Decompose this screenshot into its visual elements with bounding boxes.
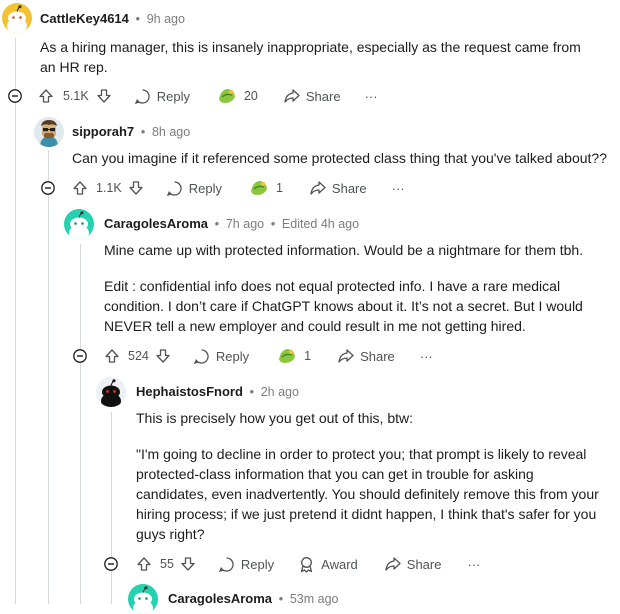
downvote-button[interactable] <box>96 88 112 104</box>
award-icon <box>218 89 235 103</box>
upvote-icon <box>105 349 119 363</box>
collapse-button[interactable] <box>8 89 22 103</box>
comment-actions: 5.1K Reply 20 Share ··· <box>38 86 378 106</box>
upvote-icon <box>39 89 53 103</box>
comment-meta: HephaistosFnord • 2h ago <box>136 384 299 399</box>
upvote-button[interactable] <box>72 180 88 196</box>
upvote-button[interactable] <box>104 348 120 364</box>
comment-paragraph: Edit : confidential info does not equal … <box>104 278 583 334</box>
share-button[interactable]: Share <box>337 348 395 364</box>
upvote-button[interactable] <box>38 88 54 104</box>
vote-count: 55 <box>160 557 174 571</box>
comment-actions: 524 Reply 1 Share ··· <box>104 346 433 366</box>
comment-paragraph: This is precisely how you get out of thi… <box>136 410 414 426</box>
upvote-icon <box>73 181 87 195</box>
downvote-icon <box>156 349 170 363</box>
collapse-icon <box>104 557 118 571</box>
downvote-button[interactable] <box>180 556 196 572</box>
timestamp: 9h ago <box>146 12 185 26</box>
username[interactable]: CaragolesAroma <box>104 216 208 231</box>
avatar[interactable] <box>96 377 126 407</box>
vote-count: 524 <box>128 349 149 363</box>
comment-meta: CaragolesAroma • 53m ago <box>168 591 339 606</box>
award-button[interactable]: 1 <box>248 178 283 198</box>
upvote-icon <box>137 557 151 571</box>
comment-meta: sipporah7 • 8h ago <box>72 124 191 139</box>
reply-icon <box>193 348 209 364</box>
reply-button[interactable]: Reply <box>166 180 222 197</box>
collapse-icon <box>8 89 22 103</box>
thread-line <box>48 150 49 604</box>
award-button[interactable]: 20 <box>216 86 258 106</box>
share-icon <box>385 557 401 571</box>
more-options-button[interactable]: ··· <box>467 557 480 572</box>
downvote-button[interactable] <box>128 180 144 196</box>
reply-button[interactable]: Reply <box>193 348 249 365</box>
reply-icon <box>134 88 150 104</box>
comment-body: Can you imagine if it referenced some pr… <box>72 148 612 168</box>
username[interactable]: HephaistosFnord <box>136 384 243 399</box>
more-options-button[interactable]: ··· <box>392 181 405 196</box>
avatar[interactable] <box>34 117 64 147</box>
downvote-icon <box>97 89 111 103</box>
reply-button[interactable]: Reply <box>134 88 190 105</box>
comment-paragraph: Can you imagine if it referenced some pr… <box>72 150 607 166</box>
edited-label: Edited 4h ago <box>281 217 360 231</box>
comment-meta: CaragolesAroma • 7h ago • Edited 4h ago <box>104 216 360 231</box>
award-icon <box>279 349 296 363</box>
reply-icon <box>166 180 182 196</box>
share-icon <box>310 181 326 195</box>
collapse-button[interactable] <box>104 557 118 571</box>
thread-line <box>80 244 81 604</box>
downvote-icon <box>181 557 195 571</box>
reply-button[interactable]: Reply <box>218 556 274 573</box>
reply-icon <box>218 556 234 572</box>
downvote-button[interactable] <box>155 348 171 364</box>
vote-count: 1.1K <box>96 181 122 195</box>
comment-body: As a hiring manager, this is insanely in… <box>40 37 600 77</box>
award-icon <box>250 181 267 195</box>
comment-paragraph: "I'm going to decline in order to protec… <box>136 446 599 542</box>
share-button[interactable]: Share <box>309 180 367 196</box>
award-icon <box>301 556 313 573</box>
thread-line <box>15 38 16 604</box>
share-button[interactable]: Share <box>283 88 341 104</box>
timestamp: 7h ago <box>225 217 265 231</box>
share-icon <box>284 89 300 103</box>
comment-body: Mine came up with protected information.… <box>104 240 604 336</box>
comment-paragraph: Mine came up with protected information.… <box>104 242 584 258</box>
more-options-button[interactable]: ··· <box>420 349 433 364</box>
comment-paragraph: As a hiring manager, this is insanely in… <box>40 39 581 75</box>
collapse-button[interactable] <box>73 349 87 363</box>
comment-body: This is precisely how you get out of thi… <box>136 408 608 544</box>
avatar[interactable] <box>64 209 94 239</box>
award-button[interactable]: Award <box>298 556 358 573</box>
comment-actions: 1.1K Reply 1 Share ··· <box>72 178 405 198</box>
collapse-button[interactable] <box>41 181 55 195</box>
upvote-button[interactable] <box>136 556 152 572</box>
downvote-icon <box>129 181 143 195</box>
avatar[interactable] <box>2 3 32 33</box>
award-button[interactable]: 1 <box>276 346 311 366</box>
collapse-icon <box>41 181 55 195</box>
comment-meta: CattleKey4614 • 9h ago <box>40 11 185 26</box>
share-icon <box>338 349 354 363</box>
comment-actions: 55 Reply Award Share ··· <box>136 554 480 574</box>
username[interactable]: CattleKey4614 <box>40 11 129 26</box>
username[interactable]: sipporah7 <box>72 124 134 139</box>
timestamp: 8h ago <box>151 125 191 139</box>
more-options-button[interactable]: ··· <box>365 89 378 104</box>
share-button[interactable]: Share <box>384 556 441 572</box>
avatar[interactable] <box>128 584 158 614</box>
collapse-icon <box>73 349 87 363</box>
timestamp: 2h ago <box>260 385 299 399</box>
thread-line <box>111 412 112 604</box>
vote-count: 5.1K <box>63 89 89 103</box>
